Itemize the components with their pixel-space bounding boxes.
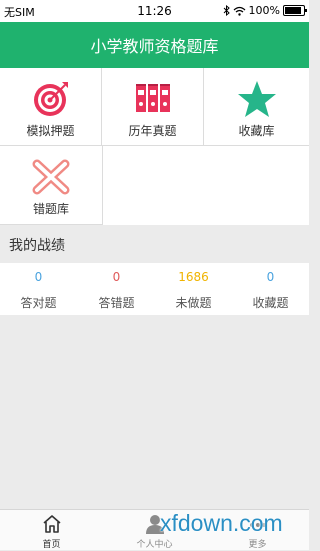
mock-exam-label: 模拟押题: [26, 124, 75, 138]
mock-exam-button[interactable]: 模拟押题: [0, 68, 102, 146]
my-record-title: 我的战绩: [0, 225, 309, 263]
status-icons: 100%: [223, 4, 307, 17]
stats-row: 0 答对题 0 答错题 1686 未做题 0 收藏题: [0, 263, 309, 315]
status-bar: 无SIM 11:26 100%: [0, 0, 309, 22]
star-icon: [237, 81, 276, 117]
tab-more-label: 更多: [248, 540, 267, 550]
tab-home-label: 首页: [42, 540, 61, 550]
stat-wrong: 0 答错题: [78, 263, 155, 315]
app-header: 小学教师资格题库: [0, 22, 309, 68]
stat-undone-value: 1686: [178, 270, 209, 284]
past-exams-label: 历年真题: [128, 124, 177, 138]
stat-correct: 0 答对题: [0, 263, 77, 315]
stat-wrong-label: 答错题: [98, 296, 135, 310]
stat-undone: 1686 未做题: [155, 263, 232, 315]
menu-grid: 模拟押题 历年真题 收藏库 错题库: [0, 68, 309, 225]
stat-favorited-label: 收藏题: [252, 296, 289, 310]
battery-icon: [283, 5, 307, 16]
wrong-questions-button[interactable]: 错题库: [0, 146, 103, 225]
battery-fill: [285, 7, 301, 14]
stat-undone-label: 未做题: [175, 296, 212, 310]
stat-wrong-value: 0: [112, 270, 121, 284]
bluetooth-icon: [223, 5, 230, 16]
target-icon: [33, 82, 68, 116]
tab-profile-label: 个人中心: [136, 540, 173, 550]
favorites-label: 收藏库: [238, 124, 275, 138]
stat-correct-label: 答对题: [20, 296, 57, 310]
battery-percent: 100%: [248, 4, 280, 17]
stat-favorited-value: 0: [266, 270, 275, 284]
favorites-button[interactable]: 收藏库: [204, 68, 309, 146]
tab-home[interactable]: 首页: [0, 510, 103, 551]
wifi-icon: [233, 6, 245, 16]
home-icon: [42, 515, 61, 533]
cross-icon: [32, 159, 70, 195]
stat-correct-value: 0: [34, 270, 43, 284]
watermark: xfdown.com: [160, 510, 283, 536]
page-title: 小学教师资格题库: [90, 37, 219, 56]
stat-favorited: 0 收藏题: [232, 263, 309, 315]
binders-icon: [135, 84, 170, 112]
past-exams-button[interactable]: 历年真题: [102, 68, 204, 146]
wrong-questions-label: 错题库: [32, 202, 69, 216]
